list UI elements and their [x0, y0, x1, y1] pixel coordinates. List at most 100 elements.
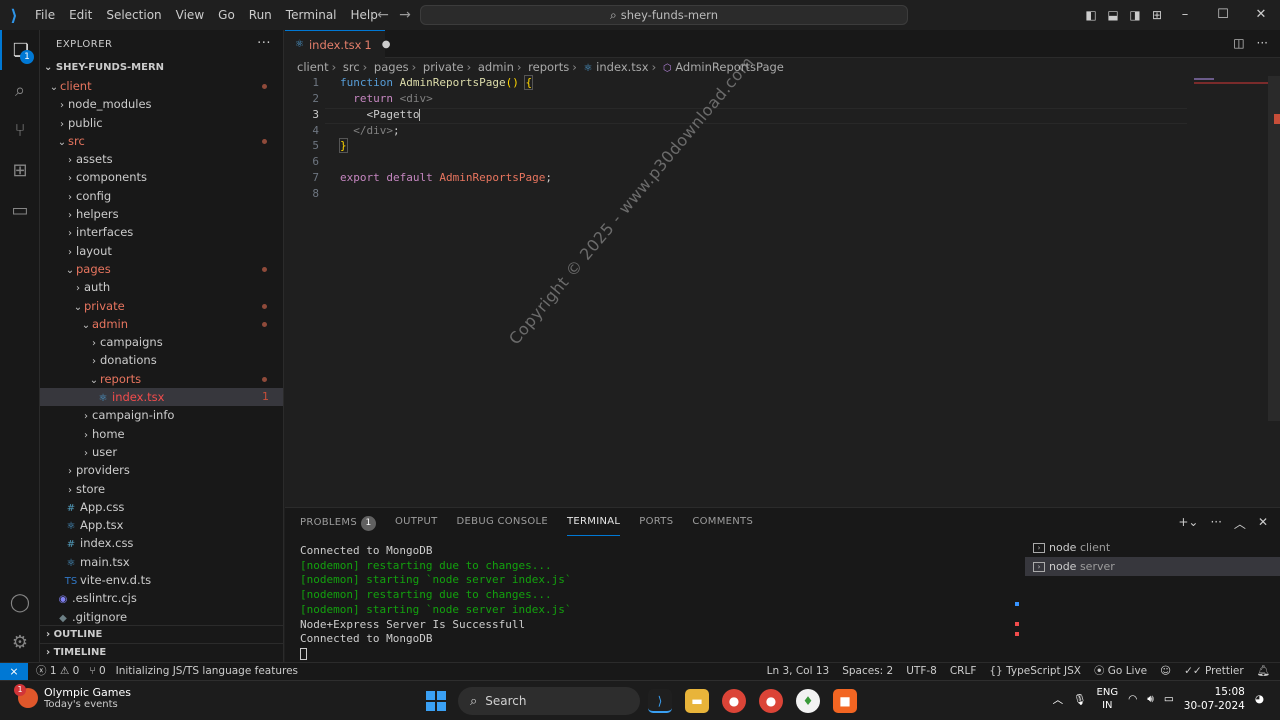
breadcrumb-item[interactable]: client: [297, 60, 329, 74]
tree-file[interactable]: # App.css: [40, 498, 283, 516]
widgets-button[interactable]: 1 Olympic Games Today's events: [14, 684, 131, 710]
menu-selection[interactable]: Selection: [99, 0, 168, 30]
microphone-icon[interactable]: 🎙︎: [1073, 693, 1086, 706]
breadcrumb-item[interactable]: index.tsx: [596, 60, 648, 74]
tree-folder[interactable]: › campaign-info: [40, 406, 283, 424]
tree-file[interactable]: ⚛ index.tsx 1: [40, 388, 283, 407]
menu-file[interactable]: File: [28, 0, 62, 30]
tree-file[interactable]: ◆ .gitignore: [40, 608, 283, 626]
vscode-taskbar-icon[interactable]: ⟩: [648, 689, 672, 713]
tree-folder[interactable]: ⌄ src: [40, 132, 283, 150]
terminal-output[interactable]: Connected to MongoDB [nodemon] restarting…: [300, 544, 572, 662]
breadcrumb-item[interactable]: private: [423, 60, 464, 74]
terminal-scrollbar[interactable]: [1015, 542, 1021, 657]
input-language[interactable]: ENG IN: [1097, 686, 1119, 712]
language-mode[interactable]: {} TypeScript JSX: [989, 663, 1081, 680]
menu-terminal[interactable]: Terminal: [279, 0, 344, 30]
tree-folder[interactable]: › assets: [40, 150, 283, 168]
ports-status[interactable]: ⑂ 0: [89, 663, 105, 680]
menu-edit[interactable]: Edit: [62, 0, 99, 30]
tree-file[interactable]: ⚛ App.tsx: [40, 516, 283, 534]
tree-folder[interactable]: › providers: [40, 461, 283, 479]
battery-icon[interactable]: ▭: [1164, 693, 1174, 705]
tree-folder[interactable]: › donations: [40, 351, 283, 369]
timeline-section[interactable]: › TIMELINE: [40, 643, 284, 661]
split-editor-icon[interactable]: ◫: [1233, 36, 1244, 50]
settings-gear-icon[interactable]: ⚙: [0, 622, 40, 662]
tree-folder[interactable]: ⌄ admin: [40, 315, 283, 333]
command-center-search[interactable]: ⌕ shey-funds-mern: [420, 5, 908, 25]
explorer-icon[interactable]: ❏ 1: [0, 30, 40, 70]
terminal-instance[interactable]: › node client: [1025, 538, 1280, 557]
tab-ports[interactable]: PORTS: [639, 516, 673, 536]
extensions-icon[interactable]: ⊞: [0, 150, 40, 190]
source-control-icon[interactable]: ⑂: [0, 110, 40, 150]
maximize-panel-icon[interactable]: ︿: [1234, 515, 1246, 532]
tree-file[interactable]: TS vite-env.d.ts: [40, 571, 283, 589]
prettier-status[interactable]: ✓✓ Prettier: [1184, 663, 1244, 680]
start-button-windows-icon[interactable]: [426, 691, 446, 711]
remote-indicator-icon[interactable]: ⨯: [0, 663, 28, 681]
tab-index-tsx[interactable]: ⚛ index.tsx 1 ●: [285, 30, 390, 58]
tree-file[interactable]: ◉ .eslintrc.cjs: [40, 589, 283, 607]
tree-folder[interactable]: › campaigns: [40, 333, 283, 351]
minimize-icon[interactable]: –: [1166, 0, 1204, 30]
tab-problems[interactable]: PROBLEMS 1: [300, 516, 376, 536]
workspace-root[interactable]: ⌄ SHEY-FUNDS-MERN: [40, 58, 283, 77]
breadcrumb-item[interactable]: pages: [374, 60, 409, 74]
menu-go[interactable]: Go: [211, 0, 242, 30]
problems-status[interactable]: ⓧ 1 ⚠ 0: [36, 663, 79, 680]
search-view-icon[interactable]: ⌕: [0, 70, 40, 110]
more-actions-icon[interactable]: ···: [1210, 515, 1221, 532]
close-panel-icon[interactable]: ✕: [1258, 515, 1268, 532]
toggle-secondary-sidebar-icon[interactable]: ◨: [1124, 0, 1146, 30]
remote-explorer-icon[interactable]: ▭: [0, 190, 40, 230]
chrome-profile-icon[interactable]: ●: [759, 689, 783, 713]
customize-layout-icon[interactable]: ⊞: [1146, 0, 1168, 30]
more-actions-icon[interactable]: ···: [1257, 36, 1268, 50]
tree-folder[interactable]: › helpers: [40, 205, 283, 223]
wifi-icon[interactable]: ◠: [1128, 693, 1137, 705]
volume-icon[interactable]: 🔊︎: [1147, 693, 1154, 706]
tree-folder[interactable]: › interfaces: [40, 223, 283, 241]
more-actions-icon[interactable]: ···: [257, 36, 271, 51]
indentation[interactable]: Spaces: 2: [842, 663, 893, 680]
tree-file[interactable]: # index.css: [40, 534, 283, 552]
chrome-icon[interactable]: ●: [722, 689, 746, 713]
encoding[interactable]: UTF-8: [906, 663, 937, 680]
tree-folder[interactable]: › config: [40, 187, 283, 205]
tab-output[interactable]: OUTPUT: [395, 516, 438, 536]
cursor-position[interactable]: Ln 3, Col 13: [767, 663, 830, 680]
tab-comments[interactable]: COMMENTS: [692, 516, 753, 536]
clock[interactable]: 15:08 30-07-2024: [1184, 685, 1245, 713]
unsaved-dot-icon[interactable]: ●: [382, 39, 391, 50]
copilot-taskbar-icon[interactable]: ◕: [1255, 693, 1264, 705]
terminal-instance[interactable]: › node server: [1025, 557, 1280, 576]
tree-folder[interactable]: › home: [40, 425, 283, 443]
app-icon[interactable]: ■: [833, 689, 857, 713]
breadcrumb-item[interactable]: admin: [478, 60, 514, 74]
tree-folder[interactable]: › layout: [40, 242, 283, 260]
tab-debug-console[interactable]: DEBUG CONSOLE: [457, 516, 548, 536]
minimap[interactable]: [1190, 76, 1280, 506]
tree-folder[interactable]: ⌄ private: [40, 297, 283, 315]
back-arrow-icon[interactable]: ←: [372, 0, 394, 30]
tree-folder[interactable]: ⌄ client: [40, 77, 283, 95]
file-explorer-icon[interactable]: ▬: [685, 689, 709, 713]
menu-run[interactable]: Run: [242, 0, 279, 30]
go-live-button[interactable]: ⦿ Go Live: [1094, 663, 1147, 680]
toggle-primary-sidebar-icon[interactable]: ◧: [1080, 0, 1102, 30]
tree-folder[interactable]: ⌄ pages: [40, 260, 283, 278]
copilot-icon[interactable]: ☺: [1160, 663, 1171, 680]
tab-terminal[interactable]: TERMINAL: [567, 516, 621, 536]
mongodb-compass-icon[interactable]: ♦: [796, 689, 820, 713]
accounts-icon[interactable]: ◯: [0, 582, 40, 622]
breadcrumb-item[interactable]: src: [343, 60, 360, 74]
tree-folder[interactable]: › public: [40, 114, 283, 132]
forward-arrow-icon[interactable]: →: [394, 0, 416, 30]
new-terminal-icon[interactable]: +⌄: [1178, 515, 1198, 532]
maximize-icon[interactable]: ☐: [1204, 0, 1242, 30]
toggle-panel-icon[interactable]: ⬓: [1102, 0, 1124, 30]
tree-file[interactable]: ⚛ main.tsx: [40, 553, 283, 571]
tree-folder[interactable]: ⌄ reports: [40, 370, 283, 388]
